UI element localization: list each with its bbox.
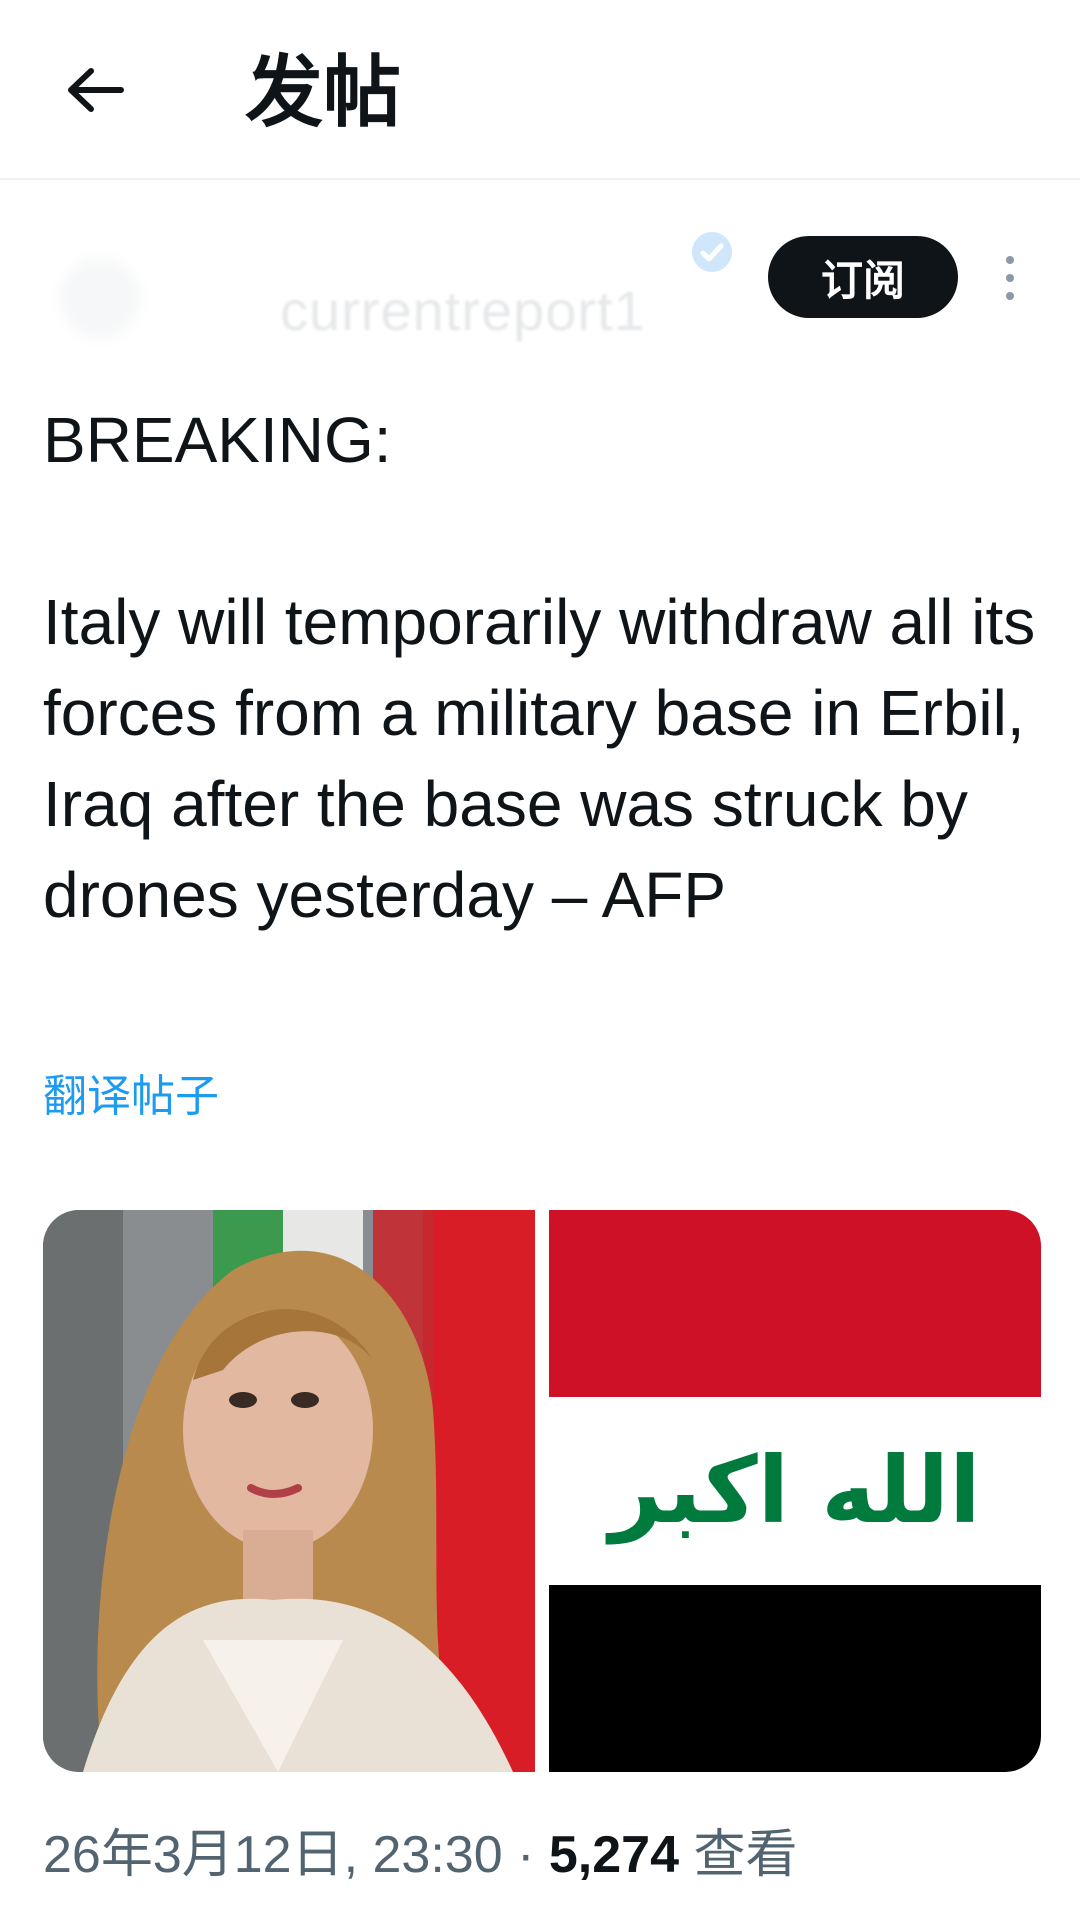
author-handle[interactable]: currentreport1 bbox=[280, 278, 646, 343]
translate-post-link[interactable]: 翻译帖子 bbox=[43, 1060, 219, 1124]
arrow-left-icon bbox=[68, 68, 124, 112]
post-meta: 26年3月12日, 23:30 · 5,274 查看 bbox=[43, 1820, 797, 1890]
page-title: 发帖 bbox=[245, 48, 402, 138]
views-label: 查看 bbox=[693, 1826, 798, 1884]
author-display-name[interactable] bbox=[230, 218, 670, 266]
post-text: BREAKING: Italy will temporarily withdra… bbox=[43, 404, 1036, 931]
post-timestamp[interactable]: 26年3月12日, 23:30 bbox=[43, 1826, 503, 1884]
back-button[interactable] bbox=[55, 50, 135, 130]
meta-separator: · bbox=[517, 1826, 535, 1884]
flag-white-stripe: الله اكبر bbox=[549, 1397, 1041, 1585]
media-photo-portrait[interactable] bbox=[43, 1210, 535, 1772]
verified-badge-icon bbox=[692, 232, 732, 272]
flag-black-stripe bbox=[549, 1584, 1041, 1772]
subscribe-button[interactable]: 订阅 bbox=[768, 236, 958, 318]
portrait-photo bbox=[43, 1210, 535, 1772]
media-iraq-flag[interactable]: الله اكبر bbox=[549, 1210, 1041, 1772]
flag-red-stripe bbox=[549, 1210, 1041, 1398]
author-info[interactable]: currentreport1 bbox=[40, 218, 740, 348]
more-options-icon[interactable] bbox=[995, 250, 1025, 306]
top-bar: 发帖 bbox=[0, 0, 1080, 180]
post-media[interactable]: الله اكبر bbox=[43, 1210, 1041, 1772]
flag-takbir-text: الله اكبر bbox=[609, 1436, 981, 1544]
avatar[interactable] bbox=[60, 258, 140, 338]
views-count: 5,274 bbox=[548, 1826, 679, 1884]
